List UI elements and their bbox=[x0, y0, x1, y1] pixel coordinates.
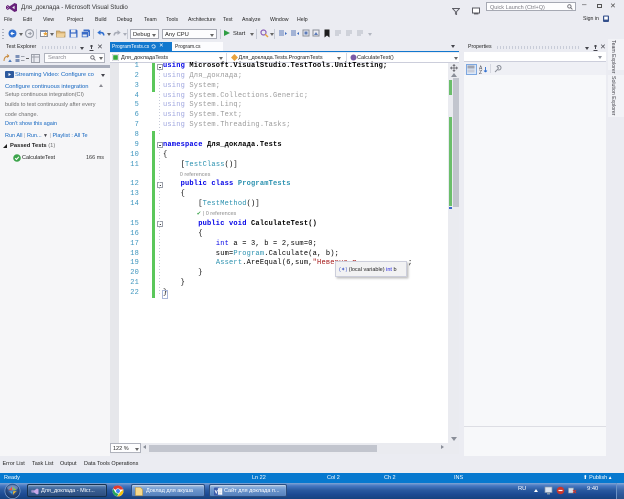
svg-text:Z: Z bbox=[479, 70, 482, 74]
